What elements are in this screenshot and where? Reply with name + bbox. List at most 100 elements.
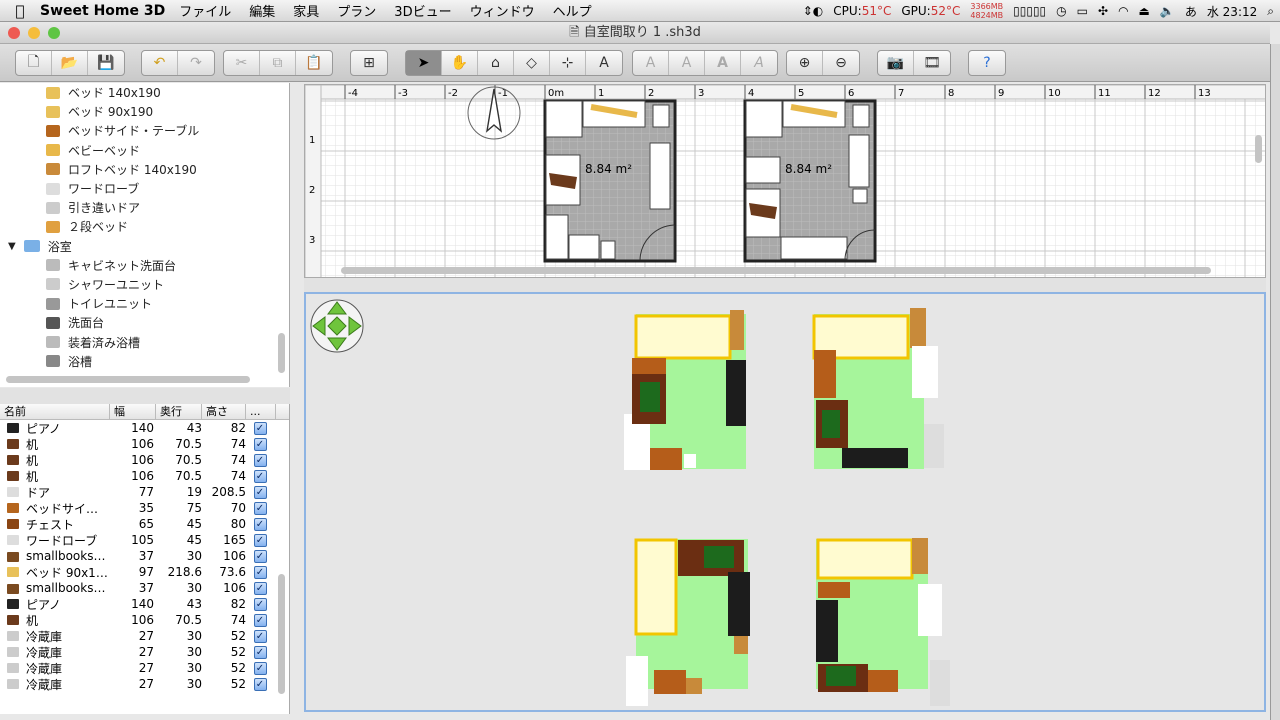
visible-checkbox[interactable]: ✓	[253, 469, 267, 483]
memory-readout[interactable]: 3366MB 4824MB	[970, 2, 1003, 20]
apple-menu-icon[interactable]: 	[0, 2, 40, 20]
visible-checkbox[interactable]: ✓	[253, 645, 267, 659]
add-text-icon[interactable]: A	[586, 51, 622, 75]
column-header-more[interactable]: ...	[246, 404, 276, 419]
catalog-folder-bathroom[interactable]: ▼ 浴室	[0, 237, 289, 256]
bedside-table-icon[interactable]	[745, 100, 783, 138]
cpu-readout[interactable]: CPU:51°C	[833, 4, 891, 18]
table-row[interactable]: チェスト 65 45 80 ✓	[0, 516, 289, 532]
create-dimensions-icon[interactable]: ⊹	[550, 51, 586, 75]
catalog-item[interactable]: 浴槽	[0, 352, 289, 371]
create-photo-icon[interactable]: 📷	[878, 51, 914, 75]
table-row[interactable]: 冷蔵庫 27 30 52 ✓	[0, 644, 289, 660]
catalog-item[interactable]: 洗面台	[0, 313, 289, 332]
volume-icon[interactable]: 🔈	[1160, 4, 1175, 18]
visible-checkbox[interactable]: ✓	[253, 629, 267, 643]
catalog-item[interactable]: ベッド 140x190	[0, 83, 289, 102]
catalog-item[interactable]: ロフトベッド 140x190	[0, 160, 289, 179]
table-row[interactable]: ピアノ 140 43 82 ✓	[0, 420, 289, 436]
3d-view[interactable]	[304, 292, 1266, 712]
disclosure-triangle-icon[interactable]: ▼	[8, 241, 16, 252]
bookshelf-icon[interactable]	[568, 234, 600, 260]
plan-vertical-scrollbar[interactable]	[1255, 135, 1262, 163]
new-document-icon[interactable]: 🗋	[16, 51, 52, 75]
table-row[interactable]: smallbooks… 37 30 106 ✓	[0, 580, 289, 596]
eject-icon[interactable]: ⏏	[1139, 4, 1150, 18]
column-header-width[interactable]: 幅	[110, 404, 156, 419]
zoom-out-icon[interactable]: ⊖	[823, 51, 859, 75]
plan-canvas[interactable]: -4 -3 -2 -1 0m 1 2 3 4 5 6 7 8 9 10 11 12 13 123 8.84 m²	[305, 85, 1266, 278]
wifi-icon[interactable]: ◠	[1118, 4, 1128, 18]
copy-icon[interactable]: ⧉	[260, 51, 296, 75]
visible-checkbox[interactable]: ✓	[253, 485, 267, 499]
catalog-item[interactable]: 引き違いドア	[0, 198, 289, 217]
room-2[interactable]: 8.84 m²	[743, 99, 877, 263]
create-rooms-icon[interactable]: ◇	[514, 51, 550, 75]
menu-plan[interactable]: プラン	[337, 1, 376, 20]
redo-icon[interactable]: ↷	[178, 51, 214, 75]
close-window-button[interactable]	[8, 27, 20, 39]
visible-checkbox[interactable]: ✓	[253, 581, 267, 595]
fridge-icon[interactable]	[852, 188, 868, 204]
table-row[interactable]: smallbooks… 37 30 106 ✓	[0, 548, 289, 564]
drawer-icon[interactable]	[745, 156, 781, 184]
visible-checkbox[interactable]: ✓	[253, 565, 267, 579]
undo-icon[interactable]: ↶	[142, 51, 178, 75]
visible-checkbox[interactable]: ✓	[253, 613, 267, 627]
catalog-item[interactable]: ベビーベッド	[0, 141, 289, 160]
table-row[interactable]: ピアノ 140 43 82 ✓	[0, 596, 289, 612]
catalog-item[interactable]: シャワーユニット	[0, 275, 289, 294]
save-document-icon[interactable]: 💾	[88, 51, 124, 75]
menu-edit[interactable]: 編集	[249, 1, 275, 20]
minimize-window-button[interactable]	[28, 27, 40, 39]
time-machine-icon[interactable]: ◷	[1056, 4, 1066, 18]
bluetooth-icon[interactable]: ✣	[1098, 4, 1108, 18]
menu-file[interactable]: ファイル	[179, 1, 231, 20]
menu-window[interactable]: ウィンドウ	[470, 1, 535, 20]
navigation-arrows-icon[interactable]	[310, 299, 364, 353]
table-row[interactable]: 冷蔵庫 27 30 52 ✓	[0, 660, 289, 676]
bedside-table-icon[interactable]	[545, 100, 583, 138]
clock[interactable]: 水 23:12	[1207, 3, 1257, 20]
help-icon[interactable]: ?	[969, 51, 1005, 75]
column-header-height[interactable]: 高さ	[202, 404, 246, 419]
spotlight-icon[interactable]: ⌕	[1267, 4, 1274, 19]
table-row[interactable]: 机 106 70.5 74 ✓	[0, 452, 289, 468]
pan-mode-icon[interactable]: ✋	[442, 51, 478, 75]
input-method-icon[interactable]: あ	[1185, 3, 1197, 20]
gpu-readout[interactable]: GPU:52°C	[901, 4, 960, 18]
menu-furniture[interactable]: 家具	[293, 1, 319, 20]
select-mode-icon[interactable]: ➤	[406, 51, 442, 75]
app-menu[interactable]: Sweet Home 3D	[40, 3, 165, 19]
catalog-item[interactable]: ２段ベッド	[0, 217, 289, 236]
display-icon[interactable]: ▭	[1077, 4, 1088, 18]
visible-checkbox[interactable]: ✓	[253, 437, 267, 451]
catalog-item[interactable]: ベッド 90x190	[0, 102, 289, 121]
visible-checkbox[interactable]: ✓	[253, 661, 267, 675]
zoom-window-button[interactable]	[48, 27, 60, 39]
table-row[interactable]: 机 106 70.5 74 ✓	[0, 436, 289, 452]
visible-checkbox[interactable]: ✓	[253, 677, 267, 691]
bold-text-icon[interactable]: A	[705, 51, 741, 75]
catalog-item[interactable]: ワードローブ	[0, 179, 289, 198]
fan-icon[interactable]: ⇕◐	[803, 4, 824, 18]
catalog-item[interactable]: ベッドサイド・テーブル	[0, 121, 289, 140]
wardrobe-icon[interactable]	[545, 214, 569, 260]
plan-view[interactable]: -4 -3 -2 -1 0m 1 2 3 4 5 6 7 8 9 10 11 12 13 123 8.84 m²	[304, 84, 1266, 278]
cut-icon[interactable]: ✂	[224, 51, 260, 75]
table-row[interactable]: 冷蔵庫 27 30 52 ✓	[0, 628, 289, 644]
visible-checkbox[interactable]: ✓	[253, 549, 267, 563]
visible-checkbox[interactable]: ✓	[253, 453, 267, 467]
visible-checkbox[interactable]: ✓	[253, 421, 267, 435]
3d-canvas[interactable]	[306, 294, 1264, 710]
catalog-horizontal-scrollbar[interactable]	[6, 376, 250, 383]
open-document-icon[interactable]: 📂	[52, 51, 88, 75]
add-furniture-icon[interactable]: ⊞	[351, 51, 387, 75]
create-video-icon[interactable]: 🎞	[914, 51, 950, 75]
catalog-item[interactable]: キャビネット洗面台	[0, 256, 289, 275]
visible-checkbox[interactable]: ✓	[253, 533, 267, 547]
cpu-meter-icon[interactable]: ▯▯▯▯▯	[1013, 4, 1046, 18]
piano-icon[interactable]	[649, 142, 671, 210]
table-row[interactable]: ワードローブ 105 45 165 ✓	[0, 532, 289, 548]
room-1[interactable]: 8.84 m²	[543, 99, 677, 263]
